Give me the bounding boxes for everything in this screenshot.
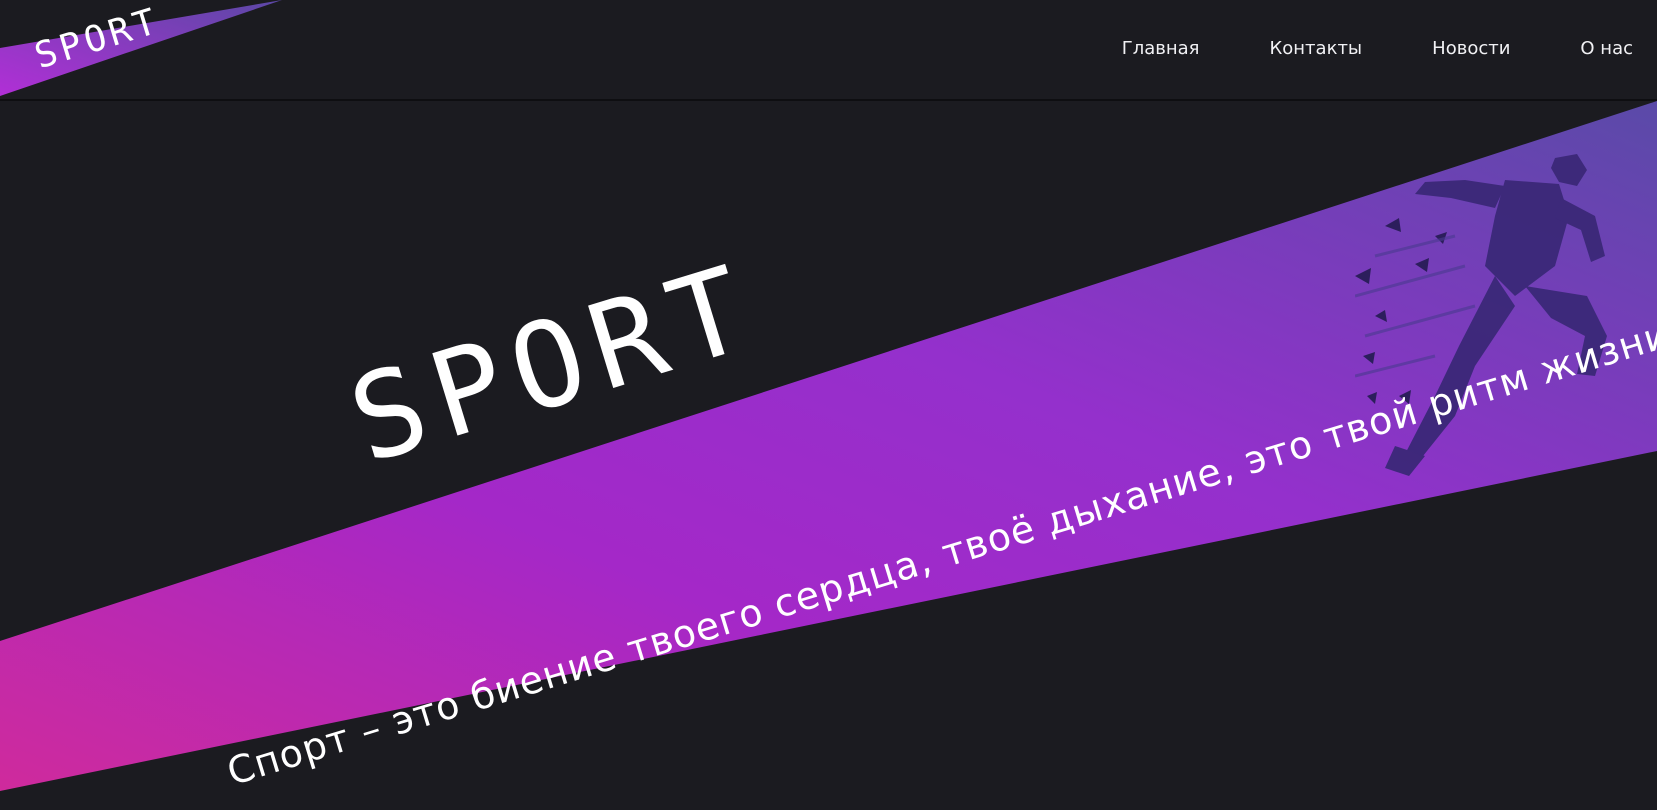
page: SPORT Главная Контакты Новости О нас SPO… <box>0 0 1657 810</box>
logo[interactable]: SPORT <box>0 0 290 100</box>
nav-item-home[interactable]: Главная <box>1122 38 1200 59</box>
nav-item-about[interactable]: О нас <box>1580 38 1633 59</box>
site-header: SPORT Главная Контакты Новости О нас <box>0 0 1657 101</box>
hero-section <box>0 101 1657 810</box>
nav-item-news[interactable]: Новости <box>1432 38 1510 59</box>
nav-item-contacts[interactable]: Контакты <box>1270 38 1363 59</box>
main-nav: Главная Контакты Новости О нас <box>1052 38 1633 59</box>
